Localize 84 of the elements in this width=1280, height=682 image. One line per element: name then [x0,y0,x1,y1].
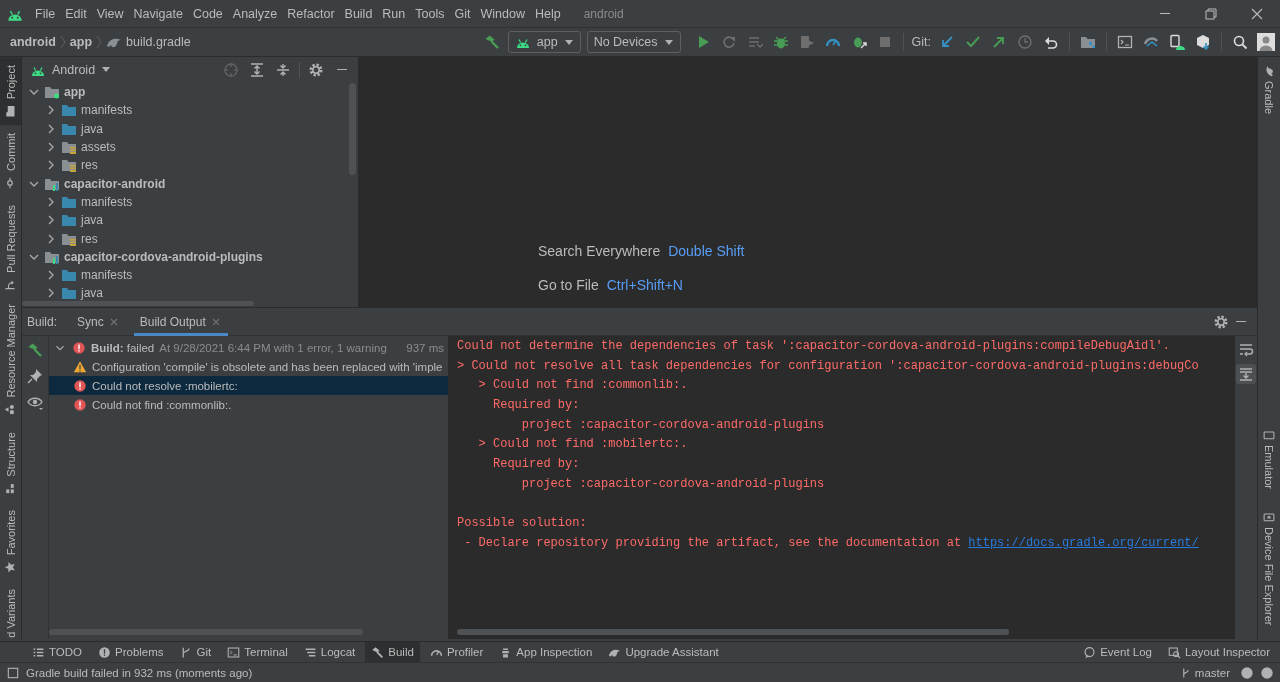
menu-item[interactable]: Run [377,3,411,24]
tool-window-button[interactable]: Event Log [1077,642,1158,662]
console-line: Could not determine the dependencies of task ':capacitor-cordova-android-plugins:compileDebugAidl'. [457,338,1171,355]
tree-item[interactable]: assets [22,137,358,157]
tool-window-button[interactable]: Logcat [297,642,362,662]
null[interactable]: Could not find :commonlib:. [49,395,448,414]
tool-window-button[interactable]: Git [173,642,218,662]
tree-item[interactable]: java [22,284,358,303]
menu-item[interactable]: Analyze [227,3,283,24]
tool-window-tab[interactable]: d Variants [0,584,21,639]
menu-item[interactable]: Edit [60,3,92,24]
console-line: Required by: [492,397,581,415]
console-line: project :capacitor-cordova-android-plugins [520,475,826,493]
message-text: Could not resolve :mobilertc: [92,379,238,392]
console-line: Required by: [492,456,581,474]
tree-item[interactable]: manifests [22,101,358,120]
console-line: > Could not find :mobilertc:. [477,436,689,454]
tree-item[interactable]: capacitor-cordova-android-plugins [22,247,358,266]
menu-item[interactable]: Help [529,3,566,24]
tree-item[interactable]: java [22,211,358,230]
tool-window-button[interactable]: App Inspection [493,642,599,662]
menu-item[interactable]: Build [339,3,378,24]
tool-window-tab[interactable]: Project [0,57,21,126]
console-line: - Declare repository providing the artifact, see the documentation at https://docs.gradle.org/current/ [463,534,1200,552]
breadcrumb[interactable]: app [69,35,93,49]
menu-item[interactable]: Code [187,3,228,24]
duration: 937 ms [406,341,444,354]
tool-window-tab[interactable]: Pull Requests [0,197,21,299]
null[interactable]: Configuration 'compile' is obsolete and has been replaced with 'imple [49,357,448,376]
tool-window-button[interactable]: Layout Inspector [1161,642,1276,662]
breadcrumb[interactable]: android [10,35,56,49]
hint-label: Go to File [538,277,599,293]
git-label: Git: [911,35,931,49]
tree-item[interactable]: manifests [22,265,358,285]
tree-item[interactable]: capacitor-android [22,174,358,193]
tab[interactable]: Sync [71,307,126,336]
menu-item[interactable]: Git [449,3,476,24]
tree-item[interactable]: java [22,119,358,138]
menu-item[interactable]: Refactor [282,3,340,24]
message-text: Could not find :commonlib:. [92,398,232,411]
tool-window-button[interactable]: Terminal [221,642,294,662]
project-view-dropdown[interactable]: Android [30,61,112,78]
message-text: Build: failed [91,341,155,354]
tool-window-tab[interactable]: Structure [0,426,21,500]
tab[interactable]: Build Output [133,307,228,336]
tool-window-button[interactable]: Build [365,642,420,662]
tool-window-tab[interactable]: Resource Manager [0,299,21,421]
menu-item[interactable]: Window [475,3,530,24]
menu-item[interactable]: View [91,3,129,24]
run-config-dropdown[interactable]: app [507,31,581,53]
tool-window-button[interactable]: Profiler [423,642,490,662]
tree-item[interactable]: res [22,229,358,248]
tool-window-tab[interactable]: Emulator [1258,420,1279,497]
git-branch-button[interactable]: master [1179,666,1230,679]
tree-item[interactable]: manifests [22,192,358,212]
shortcut: Ctrl+Shift+N [606,277,683,293]
hint-label: Search Everywhere [538,243,661,259]
tool-window-tab[interactable]: Favorites [0,505,21,579]
tree-item[interactable]: app [22,83,358,102]
tool-window-button[interactable]: Upgrade Assistant [602,642,725,662]
shortcut: Double Shift [668,243,745,259]
menu-item[interactable]: Navigate [128,3,188,24]
panel-title: Build: [27,314,58,329]
status-message: Gradle build failed in 932 ms (moments ago) [26,666,253,679]
console-line: Possible solution: [457,515,588,533]
menu-item[interactable]: Tools [410,3,450,24]
tool-window-button[interactable]: TODO [26,642,88,662]
breadcrumb[interactable]: build.gradle [126,35,191,49]
null[interactable]: Build: failed At 9/28/2021 6:44 PM with 1 error, 1 warning 937 ms [49,338,448,357]
console-line: > Could not find :commonlib:. [477,377,689,395]
message-text: Configuration 'compile' is obsolete and has been replaced with 'imple [92,360,443,373]
window-title: android [583,6,624,21]
build-details: At 9/28/2021 6:44 PM with 1 error, 1 warning [159,341,387,354]
null[interactable]: Could not resolve :mobilertc: [49,376,448,395]
console-line: > Could not resolve all task dependencies for configuration ':capacitor-cordova-android-plugins:debugCo [457,357,1200,375]
tool-window-tab[interactable]: Device File Explorer [1258,502,1279,633]
tool-window-tab[interactable]: Commit [0,125,21,198]
menu-item[interactable]: File [30,3,61,24]
tool-window-tab[interactable]: Gradle [1258,57,1279,123]
tool-window-button[interactable]: Problems [92,642,170,662]
tree-item[interactable]: res [22,156,358,175]
link[interactable]: https://docs.gradle.org/current/ [968,535,1199,550]
console-line: project :capacitor-cordova-android-plugins [520,416,826,434]
device-dropdown[interactable]: No Devices [586,31,681,53]
